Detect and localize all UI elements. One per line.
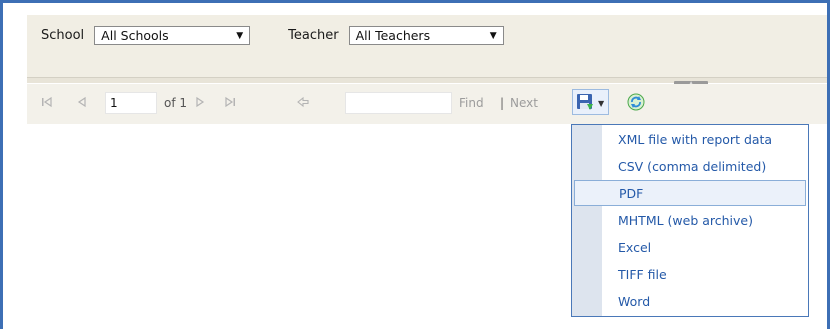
dropdown-arrow-icon: ▼ bbox=[489, 30, 497, 41]
menu-item-mhtml[interactable]: MHTML (web archive) bbox=[572, 207, 808, 233]
teacher-select-value: All Teachers bbox=[355, 28, 431, 43]
dropdown-arrow-icon: ▼ bbox=[236, 30, 244, 41]
export-format-menu: XML file with report data CSV (comma del… bbox=[571, 124, 809, 317]
export-dropdown-arrow-icon: ▼ bbox=[598, 99, 605, 108]
school-select-value: All Schools bbox=[101, 28, 169, 43]
teacher-label: Teacher bbox=[288, 28, 339, 43]
first-page-icon[interactable] bbox=[41, 96, 53, 111]
teacher-select[interactable]: All Teachers ▼ bbox=[348, 26, 504, 45]
page-number-input[interactable]: 1 bbox=[105, 92, 157, 114]
save-disk-icon bbox=[576, 93, 594, 115]
menu-item-tiff[interactable]: TIFF file bbox=[572, 261, 808, 287]
menu-item-word[interactable]: Word bbox=[572, 288, 808, 314]
menu-item-xml[interactable]: XML file with report data bbox=[572, 126, 808, 152]
previous-page-icon[interactable] bbox=[77, 96, 87, 111]
menu-item-csv[interactable]: CSV (comma delimited) bbox=[572, 153, 808, 179]
find-next-link[interactable]: Next bbox=[510, 96, 538, 110]
menu-item-pdf[interactable]: PDF bbox=[574, 180, 806, 206]
find-text-input[interactable] bbox=[345, 92, 452, 114]
refresh-icon[interactable] bbox=[627, 93, 645, 111]
page-number-value: 1 bbox=[110, 96, 118, 110]
export-button[interactable]: ▼ bbox=[572, 89, 609, 115]
back-to-parent-icon[interactable] bbox=[297, 96, 309, 111]
find-link[interactable]: Find bbox=[459, 96, 484, 110]
page-count: of 1 bbox=[164, 96, 188, 110]
school-select[interactable]: All Schools ▼ bbox=[94, 26, 251, 45]
find-separator: | bbox=[500, 96, 505, 110]
report-toolbar: 1 of 1 Find | Next ▼ bbox=[27, 84, 827, 124]
school-label: School bbox=[41, 28, 85, 43]
last-page-icon[interactable] bbox=[224, 96, 236, 111]
parameter-area: School All Schools ▼ Teacher All Teacher… bbox=[27, 15, 827, 77]
school-parameter: School All Schools ▼ Teacher All Teacher… bbox=[41, 26, 504, 45]
next-page-icon[interactable] bbox=[195, 96, 205, 111]
menu-item-excel[interactable]: Excel bbox=[572, 234, 808, 260]
